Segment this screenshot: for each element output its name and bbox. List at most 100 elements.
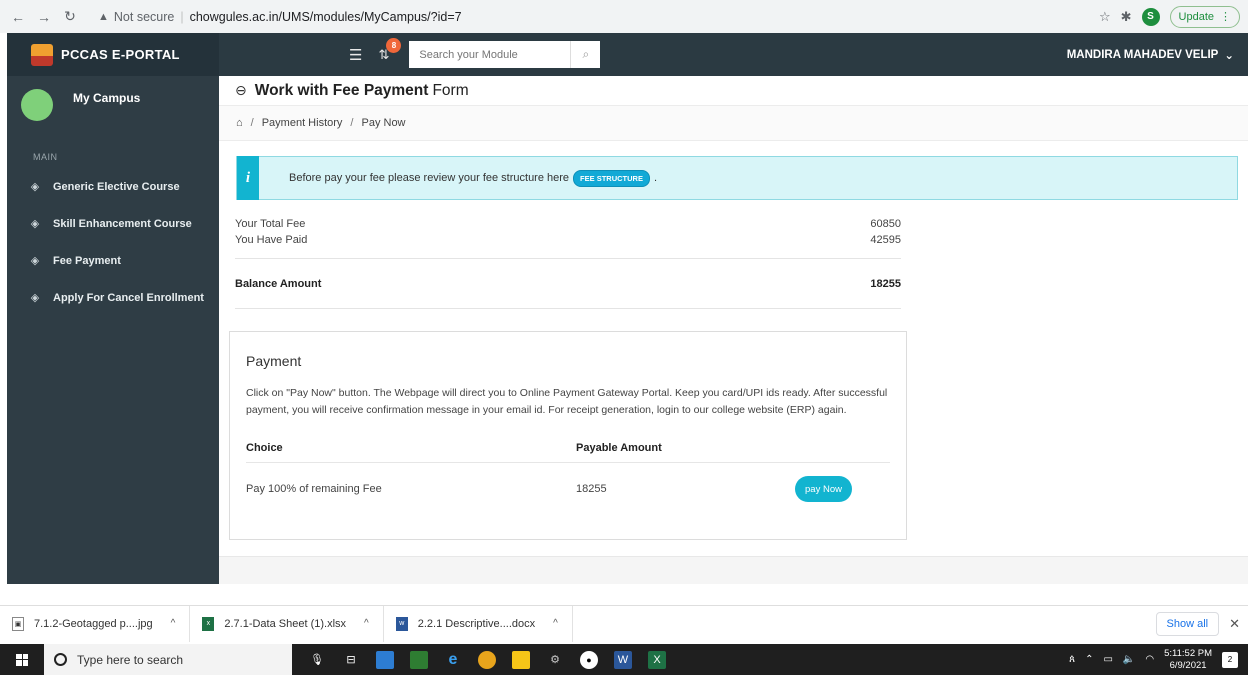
profile-avatar[interactable]: S bbox=[1141, 7, 1160, 26]
chevron-up-icon[interactable]: ^ bbox=[364, 618, 369, 629]
page-title-suffix: Form bbox=[432, 81, 469, 99]
payment-description: Click on "Pay Now" button. The Webpage w… bbox=[246, 387, 888, 416]
notification-badge: 8 bbox=[386, 37, 402, 53]
layers-icon: ◈ bbox=[30, 181, 40, 193]
sidebar-item-label: Generic Elective Course bbox=[53, 180, 180, 193]
download-filename: 2.7.1-Data Sheet (1).xlsx bbox=[224, 617, 347, 630]
paid-value: 42595 bbox=[870, 234, 901, 246]
excel-app-icon[interactable]: X bbox=[648, 650, 666, 669]
start-button[interactable] bbox=[0, 644, 44, 675]
user-menu[interactable]: MANDIRA MAHADEV VELIP ⌄ bbox=[1067, 48, 1234, 62]
sidebar-item-generic-elective[interactable]: ◈ Generic Elective Course bbox=[7, 168, 219, 205]
chevron-down-icon: ⌄ bbox=[1224, 49, 1234, 62]
info-alert: i Before pay your fee please review your… bbox=[236, 156, 1238, 200]
page-title: Work with Fee Payment bbox=[254, 81, 429, 99]
close-icon[interactable]: ✕ bbox=[1229, 616, 1240, 632]
chevron-up-icon[interactable]: ^ bbox=[553, 618, 558, 629]
chrome-icon[interactable] bbox=[478, 650, 496, 669]
sidebar-section-label: MAIN bbox=[33, 152, 58, 162]
browser-toolbar: ← → ↻ ▲ Not secure | chowgules.ac.in/UMS… bbox=[0, 0, 1248, 33]
download-item[interactable]: w 2.2.1 Descriptive....docx ^ bbox=[384, 605, 573, 642]
forward-arrow-icon[interactable]: → bbox=[34, 7, 54, 27]
chevron-up-tray-icon[interactable]: ⌃ bbox=[1085, 654, 1093, 665]
sidebar-item-label: Fee Payment bbox=[53, 254, 121, 267]
taskbar-search[interactable]: Type here to search bbox=[44, 644, 292, 675]
warning-icon: ▲ bbox=[98, 10, 109, 23]
breadcrumb: ⌂ / Payment History / Pay Now bbox=[219, 106, 1248, 141]
edge-icon[interactable]: e bbox=[444, 651, 462, 669]
info-icon: i bbox=[237, 156, 259, 200]
brand[interactable]: PCCAS E-PORTAL bbox=[7, 33, 219, 76]
show-all-button[interactable]: Show all bbox=[1155, 611, 1220, 636]
download-filename: 7.1.2-Geotagged p....jpg bbox=[34, 617, 153, 630]
balance-label: Balance Amount bbox=[235, 277, 322, 290]
notification-icon[interactable]: ⇅ 8 bbox=[378, 37, 402, 63]
download-filename: 2.2.1 Descriptive....docx bbox=[417, 617, 536, 630]
campus-profile[interactable]: My Campus bbox=[7, 76, 219, 134]
sidebar-item-cancel-enrollment[interactable]: ◈ Apply For Cancel Enrollment bbox=[7, 279, 219, 316]
module-search-input[interactable] bbox=[409, 41, 571, 68]
word-app-icon[interactable]: W bbox=[614, 650, 632, 669]
clock-date: 6/9/2021 bbox=[1169, 659, 1207, 671]
action-center-icon[interactable]: 2 bbox=[1222, 651, 1238, 668]
excel-file-icon: x bbox=[202, 616, 215, 631]
update-button[interactable]: Update ⋮ bbox=[1169, 5, 1240, 28]
app-circle-icon[interactable]: ● bbox=[580, 650, 598, 669]
windows-taskbar: Type here to search 🎙 ⊟ e ⚙ ● W X ጰ ⌃ ▭ … bbox=[0, 644, 1248, 675]
more-vert-icon: ⋮ bbox=[1220, 11, 1231, 23]
sidebar-item-fee-payment[interactable]: ◈ Fee Payment bbox=[7, 242, 219, 279]
word-file-icon: w bbox=[395, 616, 408, 631]
layers-icon: ◈ bbox=[30, 255, 40, 267]
fee-structure-button[interactable]: FEE STRUCTURE bbox=[573, 169, 650, 187]
campus-label: My Campus bbox=[73, 91, 141, 105]
search-icon[interactable]: ⌕ bbox=[570, 41, 601, 68]
taskbar-search-placeholder: Type here to search bbox=[77, 652, 184, 667]
reload-icon[interactable]: ↻ bbox=[60, 7, 80, 27]
sidebar-item-skill-enhancement[interactable]: ◈ Skill Enhancement Course bbox=[7, 205, 219, 242]
clock[interactable]: 5:11:52 PM 6/9/2021 bbox=[1164, 648, 1212, 672]
task-view-icon[interactable]: ⊟ bbox=[342, 651, 360, 669]
url-text[interactable]: chowgules.ac.in/UMS/modules/MyCampus/?id… bbox=[190, 10, 462, 24]
content-footer bbox=[219, 556, 1248, 584]
info-text: Before pay your fee please review your f… bbox=[289, 169, 658, 187]
battery-icon[interactable]: ▭ bbox=[1103, 654, 1112, 665]
wifi-icon[interactable]: ◠ bbox=[1145, 654, 1154, 665]
settings-gear-icon[interactable]: ⚙ bbox=[546, 651, 564, 669]
paid-row: You Have Paid 42595 bbox=[235, 232, 901, 248]
sidebar: My Campus MAIN ◈ Generic Elective Course… bbox=[7, 76, 219, 584]
page-title-bar: ⊖ Work with Fee Payment Form bbox=[219, 76, 1248, 106]
extensions-icon[interactable]: ✱ bbox=[1121, 9, 1132, 25]
back-circle-icon[interactable]: ⊖ bbox=[235, 82, 247, 99]
chevron-up-icon[interactable]: ^ bbox=[171, 618, 176, 629]
home-icon[interactable]: ⌂ bbox=[236, 117, 243, 129]
address-bar[interactable]: ▲ Not secure | chowgules.ac.in/UMS/modul… bbox=[90, 6, 470, 28]
people-icon[interactable]: ጰ bbox=[1069, 654, 1075, 665]
update-label: Update bbox=[1178, 10, 1214, 23]
star-icon[interactable]: ☆ bbox=[1099, 9, 1111, 25]
back-arrow-icon[interactable]: ← bbox=[8, 7, 28, 27]
download-item[interactable]: ▣ 7.1.2-Geotagged p....jpg ^ bbox=[0, 605, 191, 642]
windows-logo-icon bbox=[16, 653, 28, 666]
hamburger-menu-icon[interactable]: ☰ bbox=[349, 46, 362, 64]
table-row: Pay 100% of remaining Fee 18255 pay Now bbox=[246, 463, 890, 515]
sidebar-item-label: Skill Enhancement Course bbox=[53, 217, 192, 230]
avatar bbox=[21, 89, 53, 121]
sticky-notes-icon[interactable] bbox=[512, 650, 530, 669]
layers-icon: ◈ bbox=[30, 292, 40, 304]
balance-value: 18255 bbox=[870, 277, 901, 290]
store-icon[interactable] bbox=[410, 650, 428, 669]
user-name: MANDIRA MAHADEV VELIP bbox=[1066, 48, 1219, 61]
volume-icon[interactable]: 🔈 bbox=[1123, 654, 1135, 665]
system-tray: ጰ ⌃ ▭ 🔈 ◠ 5:11:52 PM 6/9/2021 2 bbox=[1069, 648, 1248, 672]
file-explorer-icon[interactable] bbox=[376, 650, 394, 669]
breadcrumb-payment-history[interactable]: Payment History bbox=[262, 117, 343, 129]
pay-now-button[interactable]: pay Now bbox=[795, 476, 852, 502]
info-period: . bbox=[653, 172, 658, 184]
module-search: ⌕ bbox=[409, 41, 601, 68]
microphone-icon[interactable]: 🎙 bbox=[308, 651, 326, 669]
download-item[interactable]: x 2.7.1-Data Sheet (1).xlsx ^ bbox=[190, 605, 384, 642]
column-header-choice: Choice bbox=[246, 441, 283, 454]
college-logo-icon bbox=[31, 43, 53, 66]
payment-card: Payment Click on "Pay Now" button. The W… bbox=[229, 331, 907, 540]
breadcrumb-separator: / bbox=[350, 117, 354, 129]
